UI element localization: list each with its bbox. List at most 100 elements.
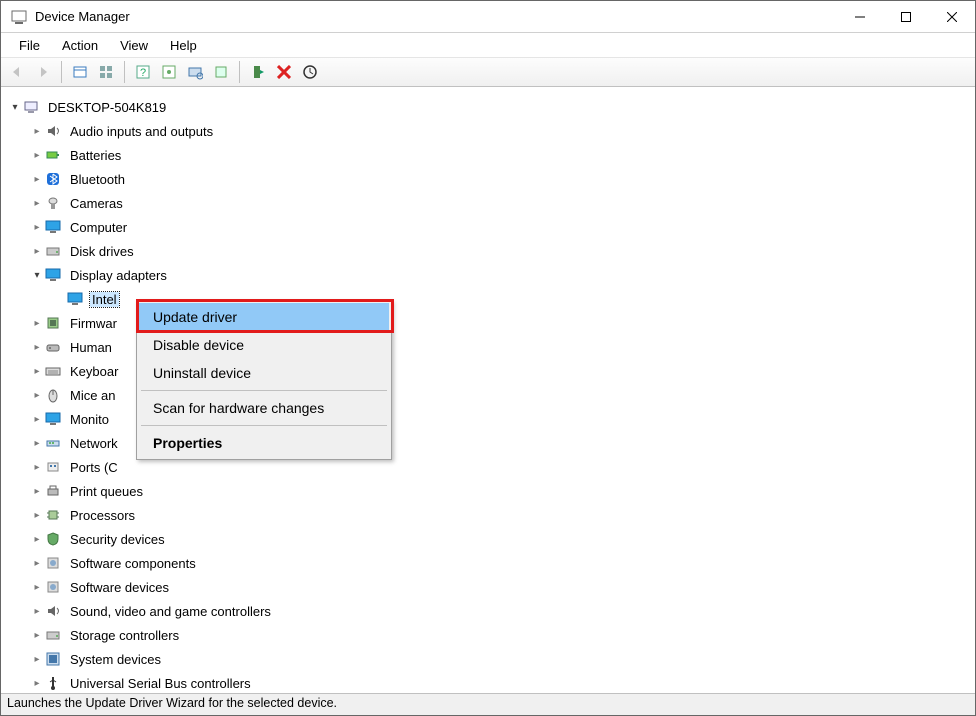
disable-button[interactable] xyxy=(298,60,322,84)
forward-button[interactable] xyxy=(31,60,55,84)
tree-label: Intel xyxy=(90,292,119,307)
mouse-icon xyxy=(44,386,62,404)
maximize-button[interactable] xyxy=(883,1,929,32)
add-legacy-button[interactable] xyxy=(246,60,270,84)
tree-label: Human xyxy=(68,340,114,355)
expand-caret[interactable] xyxy=(30,582,44,593)
tree-category-swc[interactable]: Software components xyxy=(2,551,974,575)
back-button[interactable] xyxy=(5,60,29,84)
tree-category-comp[interactable]: Computer xyxy=(2,215,974,239)
tree-label: Firmwar xyxy=(68,316,119,331)
cpu-icon xyxy=(44,506,62,524)
tree-category-disp[interactable]: Display adapters xyxy=(2,263,974,287)
bluetooth-icon xyxy=(44,170,62,188)
expand-caret[interactable] xyxy=(30,606,44,617)
context-menu-disable[interactable]: Disable device xyxy=(139,331,389,359)
drive-icon xyxy=(44,242,62,260)
expand-caret[interactable] xyxy=(30,390,44,401)
expand-caret[interactable] xyxy=(30,630,44,641)
titlebar: Device Manager xyxy=(1,1,975,33)
expand-caret[interactable] xyxy=(30,654,44,665)
context-menu-props[interactable]: Properties xyxy=(139,429,389,457)
minimize-button[interactable] xyxy=(837,1,883,32)
show-hidden-button[interactable] xyxy=(68,60,92,84)
menu-view[interactable]: View xyxy=(110,36,158,55)
usb-icon xyxy=(44,674,62,691)
expand-caret[interactable] xyxy=(30,342,44,353)
view-button[interactable] xyxy=(94,60,118,84)
tree-category-bt[interactable]: Bluetooth xyxy=(2,167,974,191)
tree-label: Processors xyxy=(68,508,137,523)
expand-caret[interactable] xyxy=(30,558,44,569)
expand-caret[interactable] xyxy=(30,366,44,377)
expand-caret[interactable] xyxy=(30,534,44,545)
battery-icon xyxy=(44,146,62,164)
component-icon xyxy=(44,578,62,596)
drive-icon xyxy=(44,626,62,644)
tree-label: Mice an xyxy=(68,388,118,403)
expand-caret[interactable] xyxy=(30,150,44,161)
tree-category-cam[interactable]: Cameras xyxy=(2,191,974,215)
tree-category-cpu[interactable]: Processors xyxy=(2,503,974,527)
expand-caret[interactable] xyxy=(30,198,44,209)
tree-label: Network xyxy=(68,436,120,451)
scan-button[interactable] xyxy=(183,60,207,84)
keyboard-icon xyxy=(44,362,62,380)
tree-label: Display adapters xyxy=(68,268,169,283)
speaker-icon xyxy=(44,122,62,140)
expand-caret[interactable] xyxy=(30,318,44,329)
expand-caret[interactable] xyxy=(30,174,44,185)
tree-label: Monito xyxy=(68,412,111,427)
shield-icon xyxy=(44,530,62,548)
expand-caret[interactable] xyxy=(30,678,44,689)
expand-caret[interactable] xyxy=(30,438,44,449)
tree-category-stor[interactable]: Storage controllers xyxy=(2,623,974,647)
expand-caret[interactable] xyxy=(8,102,22,113)
tree-category-batt[interactable]: Batteries xyxy=(2,143,974,167)
toolbar: ? xyxy=(1,57,975,87)
tree-category-sys[interactable]: System devices xyxy=(2,647,974,671)
tree-category-audio[interactable]: Audio inputs and outputs xyxy=(2,119,974,143)
context-menu-update[interactable]: Update driver xyxy=(139,303,389,331)
network-icon xyxy=(44,434,62,452)
expand-caret[interactable] xyxy=(30,462,44,473)
update-driver-button[interactable] xyxy=(209,60,233,84)
tree-category-sound[interactable]: Sound, video and game controllers xyxy=(2,599,974,623)
monitor-icon xyxy=(66,290,84,308)
help-button[interactable]: ? xyxy=(131,60,155,84)
close-button[interactable] xyxy=(929,1,975,32)
tree-label: Audio inputs and outputs xyxy=(68,124,215,139)
menubar: File Action View Help xyxy=(1,33,975,57)
window-title: Device Manager xyxy=(35,9,130,24)
uninstall-button[interactable] xyxy=(272,60,296,84)
expand-caret[interactable] xyxy=(30,270,44,281)
toolbar-separator xyxy=(124,61,125,83)
tree-label: Software components xyxy=(68,556,198,571)
port-icon xyxy=(44,458,62,476)
expand-caret[interactable] xyxy=(30,246,44,257)
tree-category-disk[interactable]: Disk drives xyxy=(2,239,974,263)
menu-action[interactable]: Action xyxy=(52,36,108,55)
chip-icon xyxy=(44,314,62,332)
tree-label: DESKTOP-504K819 xyxy=(46,100,168,115)
expand-caret[interactable] xyxy=(30,414,44,425)
context-menu-uninstall[interactable]: Uninstall device xyxy=(139,359,389,387)
expand-caret[interactable] xyxy=(30,126,44,137)
tree-label: Universal Serial Bus controllers xyxy=(68,676,253,691)
tree-root[interactable]: DESKTOP-504K819 xyxy=(2,95,974,119)
properties-button[interactable] xyxy=(157,60,181,84)
expand-caret[interactable] xyxy=(30,510,44,521)
tree-category-printq[interactable]: Print queues xyxy=(2,479,974,503)
statusbar: Launches the Update Driver Wizard for th… xyxy=(1,693,975,715)
expand-caret[interactable] xyxy=(30,222,44,233)
camera-icon xyxy=(44,194,62,212)
tree-category-swd[interactable]: Software devices xyxy=(2,575,974,599)
tree-category-usb[interactable]: Universal Serial Bus controllers xyxy=(2,671,974,691)
context-menu-scan[interactable]: Scan for hardware changes xyxy=(139,394,389,422)
menu-file[interactable]: File xyxy=(9,36,50,55)
tree-label: Ports (C xyxy=(68,460,120,475)
expand-caret[interactable] xyxy=(30,486,44,497)
tree-category-sec[interactable]: Security devices xyxy=(2,527,974,551)
toolbar-separator xyxy=(61,61,62,83)
menu-help[interactable]: Help xyxy=(160,36,207,55)
